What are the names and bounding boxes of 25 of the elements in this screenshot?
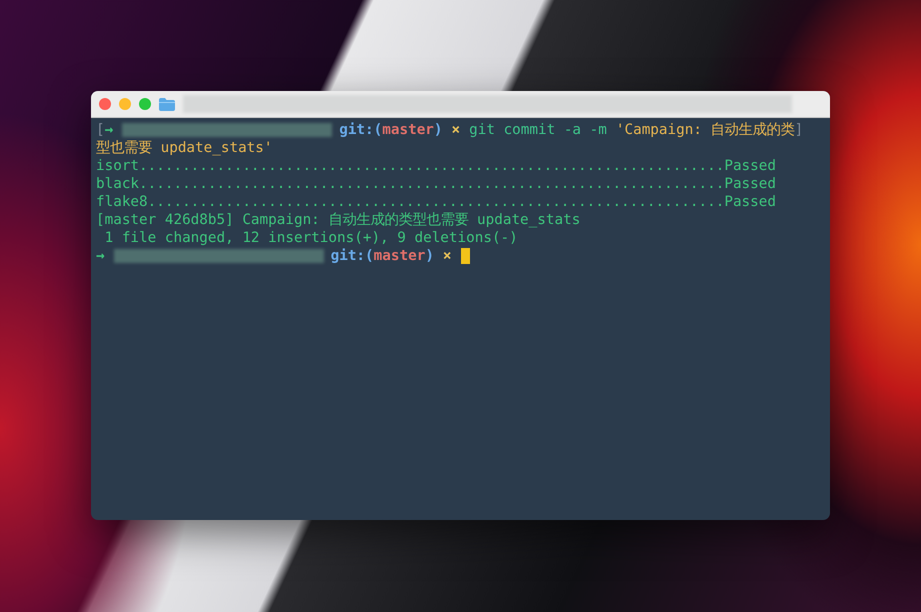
dirty-mark: × [442,247,452,265]
git-label: git:( [339,121,382,139]
wrap-mark: ] [794,121,804,139]
commit-message: 型也需要 update_stats' [96,139,273,157]
branch-name: master [382,121,434,139]
output-line: [master 426d8b5] Campaign: 自动生成的类型也需要 update_stats [96,211,580,229]
zoom-button[interactable] [139,98,151,110]
prompt-arrow: → [104,121,114,139]
minimize-button[interactable] [119,98,131,110]
prompt-arrow: → [96,247,105,265]
branch-name: master [374,247,426,265]
output-line: 1 file changed, 12 insertions(+), 9 deletions(-) [104,229,518,247]
command-text: git commit -a -m [469,121,607,139]
dirty-mark: × [452,121,460,139]
git-label: ) [434,121,443,139]
output-line: black....................................................................Passed [96,175,776,193]
wrap-mark: [ [96,121,105,139]
text-cursor [460,248,470,264]
output-line: flake8...................................................................Passed [96,193,776,211]
commit-message: 'Campaign: 自动生成的类 [616,121,795,139]
close-button[interactable] [99,98,111,110]
git-label: git:( [330,247,374,265]
git-label: ) [425,247,434,265]
output-line: isort....................................................................Passed [96,157,776,175]
folder-icon [159,98,175,110]
